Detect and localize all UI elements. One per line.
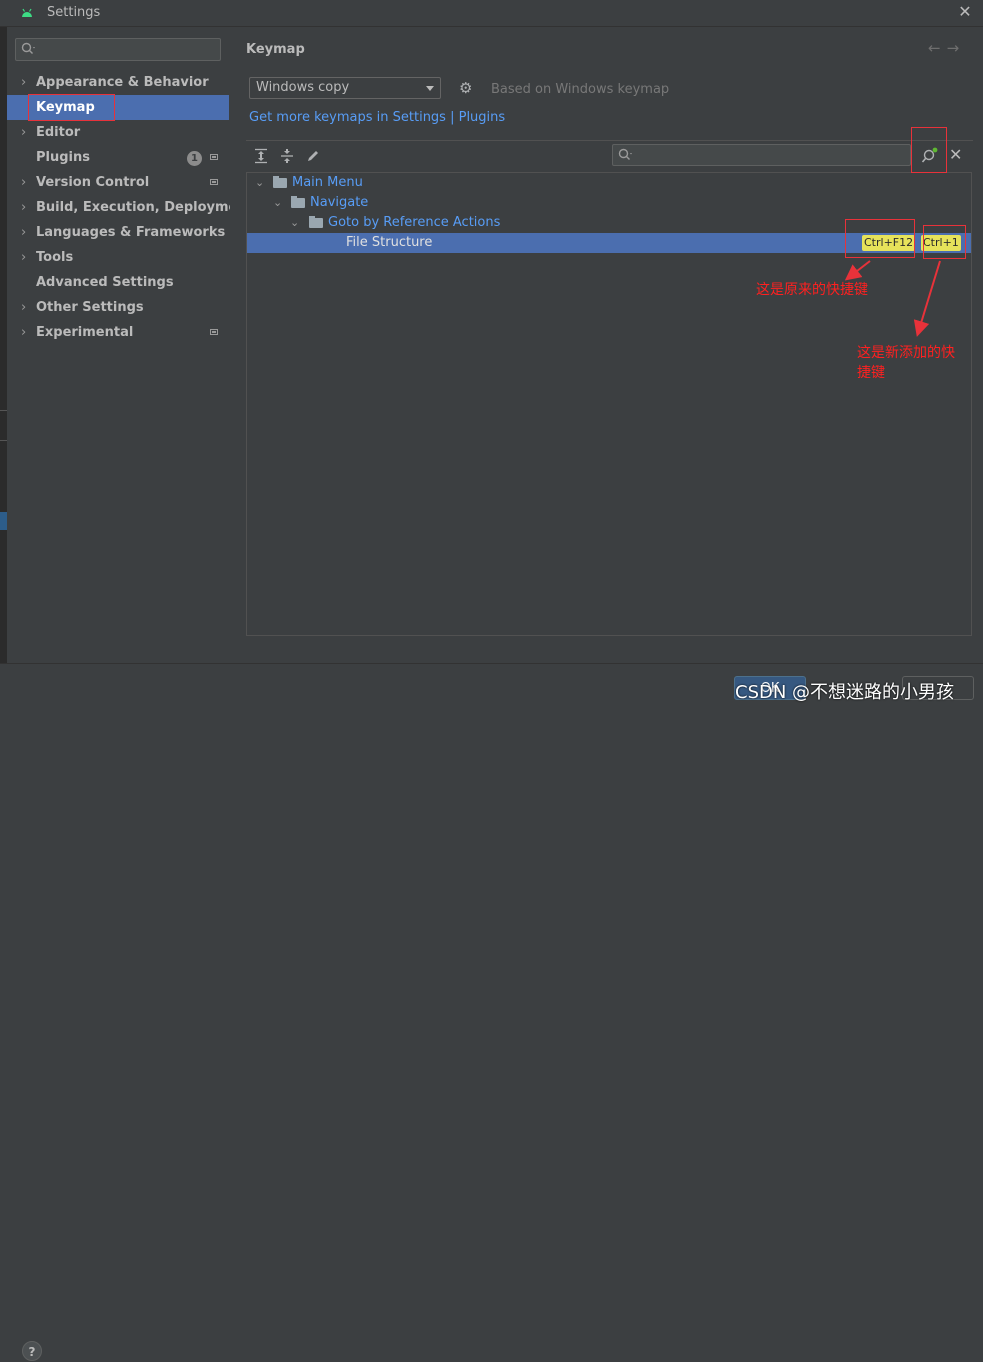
csdn-watermark: CSDN @不想迷路的小男孩: [735, 682, 955, 703]
annotation-original-shortcut: 这是原来的快捷键: [756, 282, 868, 298]
annotation-added-shortcut-line2: 捷键: [857, 365, 885, 381]
dialog-footer: ? OK CSDN @不想迷路的小男孩: [0, 663, 983, 1361]
annotation-arrows: [844, 260, 941, 337]
help-button[interactable]: ?: [22, 1341, 42, 1361]
annotation-added-shortcut-line1: 这是新添加的快: [857, 345, 955, 361]
